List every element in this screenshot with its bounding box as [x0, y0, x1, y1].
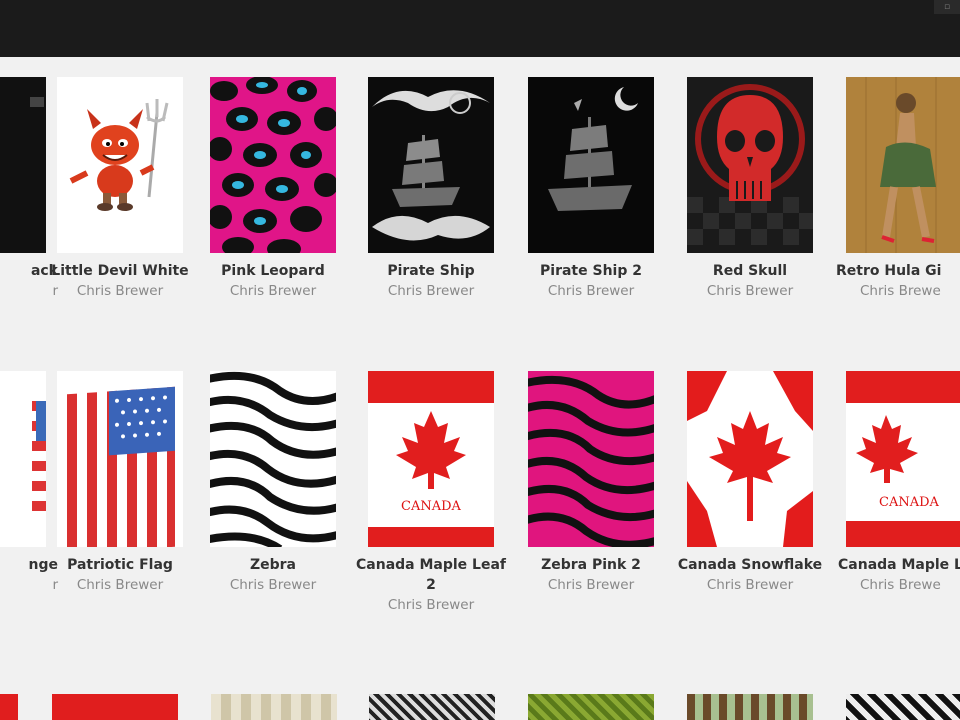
design-title[interactable]: Patriotic Flag — [45, 555, 195, 575]
hula-girl-image — [846, 77, 960, 253]
design-author: Chris Brewer — [387, 283, 475, 299]
design-title[interactable]: Canada Snowflake — [675, 555, 825, 575]
design-title[interactable]: Red Skull — [675, 261, 825, 281]
design-author: Chris Brewer — [387, 597, 475, 613]
design-thumbnail-row3-5[interactable] — [528, 694, 654, 720]
design-card-zebra-pink-2[interactable]: Zebra Pink 2 Chris Brewer — [516, 371, 666, 594]
design-card-red-skull[interactable]: Red Skull Chris Brewer — [675, 77, 825, 300]
design-card-pink-leopard[interactable]: Pink Leopard Chris Brewer — [198, 77, 348, 300]
zebra-pattern — [210, 371, 336, 547]
design-author: Chris Brewer — [229, 577, 317, 593]
design-grid: ack r Little Devil White Chris Brewer Pi… — [0, 57, 960, 720]
zebra-pink-pattern — [528, 375, 654, 547]
design-thumbnail-row3-4[interactable] — [369, 694, 495, 720]
design-thumbnail[interactable] — [57, 77, 183, 253]
design-title[interactable]: Retro Hula Gi — [834, 261, 960, 281]
red-skull-image — [687, 84, 813, 245]
design-card-patriotic-flag[interactable]: Patriotic Flag Chris Brewer — [45, 371, 195, 594]
design-thumbnail[interactable]: CANADA — [368, 371, 494, 547]
design-thumbnail[interactable] — [0, 371, 46, 547]
corner-button[interactable]: ▫ — [934, 0, 960, 14]
canada-leaf-image — [368, 371, 494, 547]
design-card-pirate-ship[interactable]: Pirate Ship Chris Brewer — [356, 77, 506, 300]
design-author: Chris Brewer — [706, 283, 794, 299]
design-thumbnail[interactable] — [57, 371, 183, 547]
design-author: Chris Brewer — [76, 283, 164, 299]
devil-image — [69, 99, 169, 211]
design-card-canada-maple-leaf-2[interactable]: CANADA Canada Maple Leaf 2 Chris Brewer — [356, 371, 506, 614]
design-title[interactable]: Pirate Ship — [356, 261, 506, 281]
top-toolbar: ▫ — [0, 0, 960, 57]
design-title[interactable]: Pirate Ship 2 — [516, 261, 666, 281]
design-thumbnail[interactable] — [687, 371, 813, 547]
canada-label: CANADA — [879, 495, 939, 510]
design-thumbnail[interactable]: CANADA — [846, 371, 960, 547]
design-author: Chris Brewe — [860, 577, 941, 593]
canada-snowflake-image — [687, 371, 813, 547]
design-title[interactable]: Zebra Pink 2 — [516, 555, 666, 575]
design-author: Chris Brewer — [706, 577, 794, 593]
american-flag-image — [65, 386, 175, 547]
design-title[interactable]: Canada Maple Leaf 2 — [356, 555, 506, 595]
design-thumbnail[interactable] — [210, 371, 336, 547]
design-author: Chris Brewer — [229, 283, 317, 299]
design-author: Chris Brewe — [860, 283, 941, 299]
canada-leaf-image-2 — [846, 371, 960, 547]
pirate-ship-image — [372, 90, 490, 241]
design-thumbnail[interactable] — [368, 77, 494, 253]
design-thumbnail-row3-2[interactable] — [52, 694, 178, 720]
design-card-retro-hula-girl[interactable]: Retro Hula Gi Chris Brewe — [834, 77, 960, 300]
design-thumbnail-row3-6[interactable] — [687, 694, 813, 720]
design-card-pirate-ship-2[interactable]: Pirate Ship 2 Chris Brewer — [516, 77, 666, 300]
design-thumbnail[interactable] — [210, 77, 336, 253]
design-title[interactable]: Little Devil White — [45, 261, 195, 281]
design-title[interactable]: Zebra — [198, 555, 348, 575]
design-thumbnail[interactable] — [528, 371, 654, 547]
design-title[interactable]: Canada Maple Leaf — [834, 555, 960, 575]
design-thumbnail[interactable] — [0, 77, 46, 253]
design-thumbnail-row3-3[interactable] — [211, 694, 337, 720]
design-thumbnail-row3-7[interactable] — [846, 694, 960, 720]
leopard-pattern — [210, 77, 336, 253]
design-thumbnail[interactable] — [687, 77, 813, 253]
design-thumbnail-row3-1[interactable] — [0, 694, 18, 720]
design-thumbnail[interactable] — [528, 77, 654, 253]
design-title[interactable]: Pink Leopard — [198, 261, 348, 281]
design-card-little-devil-white[interactable]: Little Devil White Chris Brewer — [45, 77, 195, 300]
design-card-canada-snowflake[interactable]: Canada Snowflake Chris Brewer — [675, 371, 825, 594]
design-card-zebra[interactable]: Zebra Chris Brewer — [198, 371, 348, 594]
design-card-canada-maple-leaf[interactable]: CANADA Canada Maple Leaf Chris Brewe — [834, 371, 960, 594]
design-author: Chris Brewer — [76, 577, 164, 593]
pirate-ship-2-image — [548, 87, 638, 211]
canada-label: CANADA — [401, 499, 461, 514]
design-thumbnail[interactable] — [846, 77, 960, 253]
design-author: Chris Brewer — [547, 577, 635, 593]
design-gallery: ack r Little Devil White Chris Brewer Pi… — [0, 57, 960, 720]
design-author: Chris Brewer — [547, 283, 635, 299]
